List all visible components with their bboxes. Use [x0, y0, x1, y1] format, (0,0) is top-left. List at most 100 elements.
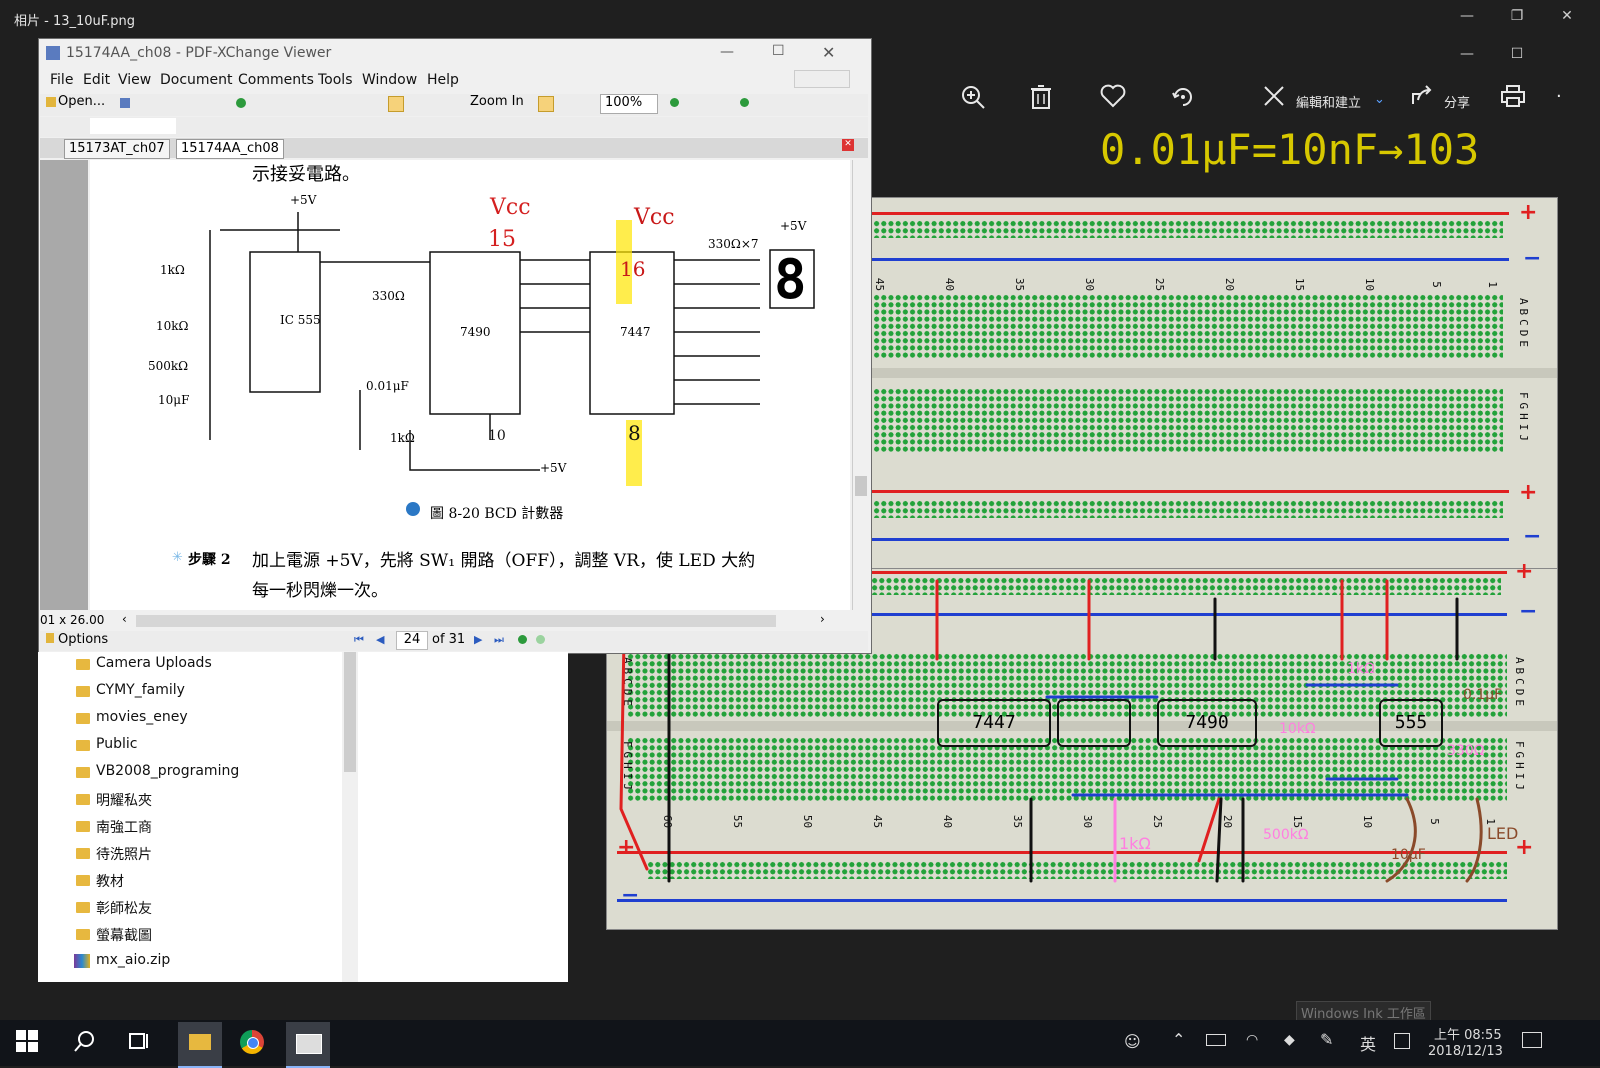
- zoom-out-icon[interactable]: [670, 98, 679, 107]
- search-icon[interactable]: [74, 1030, 96, 1058]
- photos-taskbar-button[interactable]: [286, 1022, 330, 1068]
- ime-mode-icon[interactable]: [1394, 1033, 1410, 1049]
- explorer-scroll-thumb[interactable]: [344, 652, 356, 772]
- folder-item[interactable]: 教材: [96, 871, 124, 891]
- row-labels: ABCDE: [1517, 297, 1531, 352]
- wifi-icon[interactable]: ◠: [1246, 1032, 1258, 1048]
- menu-document[interactable]: Document: [160, 72, 233, 88]
- heart-icon[interactable]: [1100, 84, 1126, 114]
- first-page-icon[interactable]: ⏮: [354, 633, 364, 647]
- search-input[interactable]: [90, 118, 176, 134]
- pen-ink-icon[interactable]: ✎: [1320, 1030, 1333, 1049]
- menu-help[interactable]: Help: [427, 72, 459, 88]
- folder-item[interactable]: 南強工商: [96, 817, 152, 837]
- hand-tool-icon[interactable]: [388, 96, 404, 112]
- folder-item[interactable]: Camera Uploads: [96, 655, 212, 671]
- dropbox-icon[interactable]: ◆: [1284, 1032, 1295, 1048]
- pdf-close-button[interactable]: ✕: [822, 43, 835, 62]
- scroll-right-icon[interactable]: ›: [820, 612, 825, 626]
- rail-holes: [873, 220, 1503, 238]
- inner-maximize-button[interactable]: ☐: [1494, 46, 1540, 62]
- menu-file[interactable]: File: [50, 72, 73, 88]
- edit-create-icon[interactable]: [1262, 84, 1286, 114]
- share-icon[interactable]: [1410, 84, 1434, 114]
- zoom-level-field[interactable]: 100%: [600, 94, 658, 114]
- ime-indicator[interactable]: 英: [1360, 1031, 1376, 1055]
- save-icon[interactable]: [120, 98, 130, 108]
- edit-create-button[interactable]: 編輯和建立: [1296, 92, 1361, 111]
- chevron-up-icon[interactable]: ⌃: [1172, 1030, 1185, 1049]
- chrome-center: [247, 1037, 259, 1049]
- folder-item[interactable]: Public: [96, 736, 137, 752]
- rotate-icon[interactable]: [1170, 84, 1196, 116]
- start-windows-icon[interactable]: [16, 1030, 38, 1058]
- folder-item[interactable]: 螢幕截圖: [96, 925, 152, 945]
- menu-tools[interactable]: Tools: [318, 72, 353, 88]
- restore-button[interactable]: ❐: [1494, 8, 1540, 24]
- pdf-vertical-scrollbar[interactable]: [852, 160, 869, 610]
- refresh-icon[interactable]: [236, 98, 246, 108]
- folder-item[interactable]: 待洗照片: [96, 844, 152, 864]
- minimize-button[interactable]: —: [1444, 8, 1490, 24]
- plus-sign: +: [1519, 200, 1538, 225]
- clock-date[interactable]: 2018/12/13: [1428, 1044, 1503, 1059]
- photos-titlebar: [0, 0, 1600, 38]
- file-item[interactable]: mx_aio.zip: [96, 952, 170, 968]
- svg-text:10μF: 10μF: [1391, 847, 1426, 863]
- options-button[interactable]: Options: [58, 632, 108, 647]
- last-page-icon[interactable]: ⏭: [494, 633, 504, 647]
- chrome-icon[interactable]: [240, 1030, 264, 1054]
- forward-icon[interactable]: [536, 635, 545, 644]
- next-page-icon[interactable]: ▶: [474, 633, 482, 646]
- file-explorer-taskbar-button[interactable]: [178, 1022, 222, 1068]
- printer-icon[interactable]: [1500, 84, 1526, 114]
- svg-text:LED: LED: [1487, 824, 1518, 843]
- notification-center-icon[interactable]: [1522, 1032, 1542, 1048]
- folder-open-icon[interactable]: [46, 97, 56, 107]
- tab-15174AA-ch08[interactable]: 15174AA_ch08: [176, 139, 284, 159]
- share-button[interactable]: 分享: [1444, 92, 1470, 111]
- folder-item[interactable]: movies_eney: [96, 709, 188, 725]
- inner-minimize-button[interactable]: —: [1444, 46, 1490, 62]
- scroll-left-icon[interactable]: ‹: [122, 612, 127, 626]
- menu-edit[interactable]: Edit: [83, 72, 110, 88]
- trash-icon[interactable]: [1030, 84, 1052, 116]
- pdf-window-title: 15174AA_ch08 - PDF-XChange Viewer: [66, 45, 332, 61]
- zoom-in-icon[interactable]: [960, 84, 986, 116]
- prev-page-icon[interactable]: ◀: [376, 633, 384, 646]
- back-icon[interactable]: [518, 635, 527, 644]
- close-button[interactable]: ✕: [1544, 8, 1590, 24]
- chevron-down-icon[interactable]: ⌄: [1374, 92, 1385, 107]
- clock-time[interactable]: 上午 08:55: [1434, 1024, 1502, 1043]
- battery-icon[interactable]: [1206, 1034, 1226, 1046]
- pdf-horizontal-scrollbar[interactable]: 01 x 26.00 ‹ ›: [40, 612, 868, 630]
- page-number-field[interactable]: 24: [396, 631, 428, 650]
- pdf-minimize-button[interactable]: —: [720, 44, 734, 60]
- plus-sign: +: [1519, 480, 1538, 505]
- fit-page-icon[interactable]: [538, 96, 554, 112]
- folder-icon: [76, 794, 90, 805]
- zoom-plus-icon[interactable]: [740, 98, 749, 107]
- close-tab-icon[interactable]: ✕: [842, 139, 854, 151]
- pdf-creation-tools-logo[interactable]: [794, 70, 850, 88]
- figure-caption: 圖 8-20 BCD 計數器: [430, 506, 564, 522]
- folder-item[interactable]: CYMY_family: [96, 682, 185, 698]
- zoom-in-button[interactable]: Zoom In: [470, 94, 524, 109]
- people-icon[interactable]: ☺: [1124, 1032, 1141, 1051]
- menu-view[interactable]: View: [118, 72, 151, 88]
- scroll-thumb[interactable]: [855, 476, 867, 496]
- explorer-scrollbar[interactable]: [342, 652, 358, 982]
- folder-item[interactable]: 明耀私夾: [96, 790, 152, 810]
- task-view-icon[interactable]: [128, 1030, 150, 1058]
- column-number: 5: [1429, 281, 1443, 288]
- pdf-maximize-button[interactable]: ☐: [772, 43, 785, 59]
- folder-item[interactable]: VB2008_programing: [96, 763, 239, 779]
- more-options-button[interactable]: ·: [1556, 86, 1562, 107]
- tab-15173AT-ch07[interactable]: 15173AT_ch07: [64, 139, 170, 159]
- menu-window[interactable]: Window: [362, 72, 417, 88]
- menu-comments[interactable]: Comments: [238, 72, 314, 88]
- folder-item[interactable]: 彰師松友: [96, 898, 152, 918]
- svg-text:1kΩ: 1kΩ: [1347, 661, 1375, 677]
- open-button[interactable]: Open...: [58, 94, 105, 109]
- hscroll-thumb[interactable]: [136, 615, 776, 627]
